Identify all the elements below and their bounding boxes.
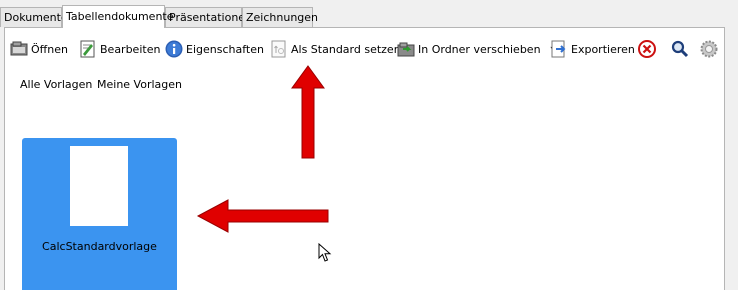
template-thumbnail [70, 146, 128, 226]
mouse-cursor [318, 243, 332, 262]
folder-open-icon [10, 40, 28, 58]
annotation-arrow-left [196, 199, 329, 233]
info-icon [165, 40, 183, 58]
tab-label: Präsentationen [169, 11, 253, 24]
search-button[interactable] [671, 38, 692, 60]
move-folder-icon [397, 40, 415, 58]
edit-icon [79, 40, 97, 58]
move-to-folder-button[interactable]: In Ordner verschieben ▼ [397, 38, 557, 60]
export-button[interactable]: Exportieren [550, 38, 635, 60]
tab-bar: Dokumente Tabellendokumente Präsentation… [0, 0, 738, 28]
open-label: Öffnen [31, 42, 68, 56]
window-edge [725, 0, 738, 290]
search-icon [671, 40, 689, 58]
annotation-arrow-up [291, 65, 325, 159]
tab-dokumente[interactable]: Dokumente [0, 7, 68, 27]
set-default-label: Als Standard setzen [291, 42, 401, 56]
export-icon [550, 40, 568, 58]
set-default-icon [270, 40, 288, 58]
delete-icon [638, 40, 656, 58]
edit-label: Bearbeiten [100, 42, 161, 56]
properties-button[interactable]: Eigenschaften [165, 38, 264, 60]
properties-label: Eigenschaften [186, 42, 264, 56]
tab-tabellendokumente[interactable]: Tabellendokumente [62, 5, 174, 28]
move-to-folder-label: In Ordner verschieben [418, 42, 541, 56]
settings-button[interactable] [700, 38, 721, 60]
open-button[interactable]: Öffnen [10, 38, 68, 60]
template-name: CalcStandardvorlage [42, 240, 157, 253]
template-tile[interactable]: CalcStandardvorlage [22, 138, 177, 290]
tab-label: Dokumente [4, 11, 68, 24]
filter-all-templates[interactable]: Alle Vorlagen [20, 78, 92, 91]
tab-zeichnungen[interactable]: Zeichnungen [242, 7, 318, 27]
edit-button[interactable]: Bearbeiten [79, 38, 160, 60]
tab-praesentationen[interactable]: Präsentationen [165, 7, 252, 27]
tab-label: Tabellendokumente [66, 10, 174, 23]
settings-icon [700, 40, 718, 58]
set-default-button[interactable]: Als Standard setzen [270, 38, 401, 60]
delete-button[interactable] [638, 38, 659, 60]
filter-my-templates[interactable]: Meine Vorlagen [97, 78, 182, 91]
export-label: Exportieren [571, 42, 635, 56]
tab-label: Zeichnungen [246, 11, 319, 24]
